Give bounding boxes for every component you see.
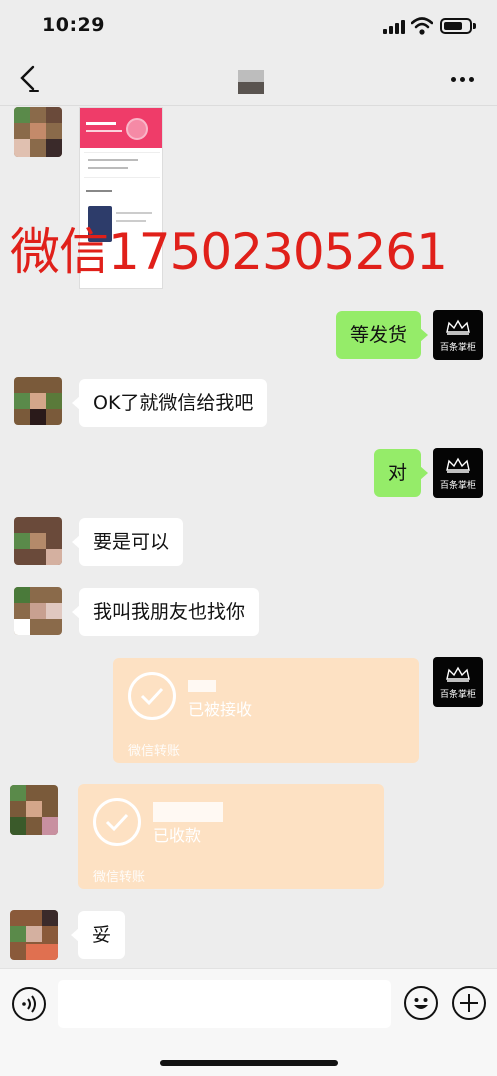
status-time: 10:29 <box>42 14 105 36</box>
contact-avatar[interactable] <box>14 517 62 565</box>
message-bubble-received[interactable]: 要是可以 <box>71 518 184 566</box>
message-bubble-received[interactable]: 我叫我朋友也找你 <box>71 588 260 636</box>
transfer-card-sent[interactable]: 已被接收 微信转账 <box>113 658 419 763</box>
my-avatar[interactable]: 百条掌柜 <box>433 448 483 498</box>
crown-icon <box>446 319 470 335</box>
contact-avatar[interactable] <box>14 587 62 635</box>
home-indicator <box>160 1060 338 1066</box>
more-dots-icon[interactable] <box>449 76 477 86</box>
transfer-status: 已收款 <box>153 826 202 845</box>
back-arrow-icon[interactable] <box>16 64 42 94</box>
voice-icon[interactable] <box>12 987 46 1021</box>
input-bar <box>0 968 497 1076</box>
message-bubble-received[interactable]: 妥 <box>70 911 126 959</box>
contact-avatar[interactable] <box>10 910 58 960</box>
message-bubble-sent[interactable]: 等发货 <box>335 311 429 359</box>
contact-avatar[interactable] <box>10 785 58 835</box>
watermark-text: 微信17502305261 <box>10 223 448 281</box>
my-avatar[interactable]: 百条掌柜 <box>433 310 483 360</box>
brand-label: 百条掌柜 <box>439 690 476 700</box>
status-bar: 10:29 <box>0 0 497 52</box>
amount-redacted <box>188 680 216 692</box>
battery-icon <box>440 18 476 34</box>
transfer-card-received[interactable]: 已收款 微信转账 <box>78 784 384 889</box>
transfer-footer: 微信转账 <box>93 870 146 885</box>
message-bubble-sent[interactable]: 对 <box>373 449 429 497</box>
wifi-icon <box>411 17 433 35</box>
check-icon <box>128 672 176 720</box>
transfer-footer: 微信转账 <box>128 744 181 759</box>
emoji-icon[interactable] <box>404 986 438 1020</box>
crown-icon <box>446 666 470 682</box>
brand-label: 百条掌柜 <box>439 343 476 353</box>
contact-avatar[interactable] <box>14 107 62 157</box>
contact-avatar[interactable] <box>14 377 62 425</box>
nav-bar <box>0 52 497 106</box>
brand-label: 百条掌柜 <box>439 481 476 491</box>
crown-icon <box>446 457 470 473</box>
transfer-status: 已被接收 <box>188 700 253 719</box>
plus-icon[interactable] <box>452 986 486 1020</box>
message-bubble-received[interactable]: OK了就微信给我吧 <box>71 379 268 427</box>
my-avatar[interactable]: 百条掌柜 <box>433 657 483 707</box>
message-input[interactable] <box>58 980 391 1028</box>
check-icon <box>93 798 141 846</box>
chat-contact-avatar[interactable] <box>238 70 264 94</box>
chat-list[interactable]: 微信17502305261 等发货 百条掌柜 OK了就微信给我吧 对 百条掌柜 … <box>0 107 497 967</box>
amount-redacted <box>153 802 223 822</box>
signal-icon <box>383 20 405 34</box>
